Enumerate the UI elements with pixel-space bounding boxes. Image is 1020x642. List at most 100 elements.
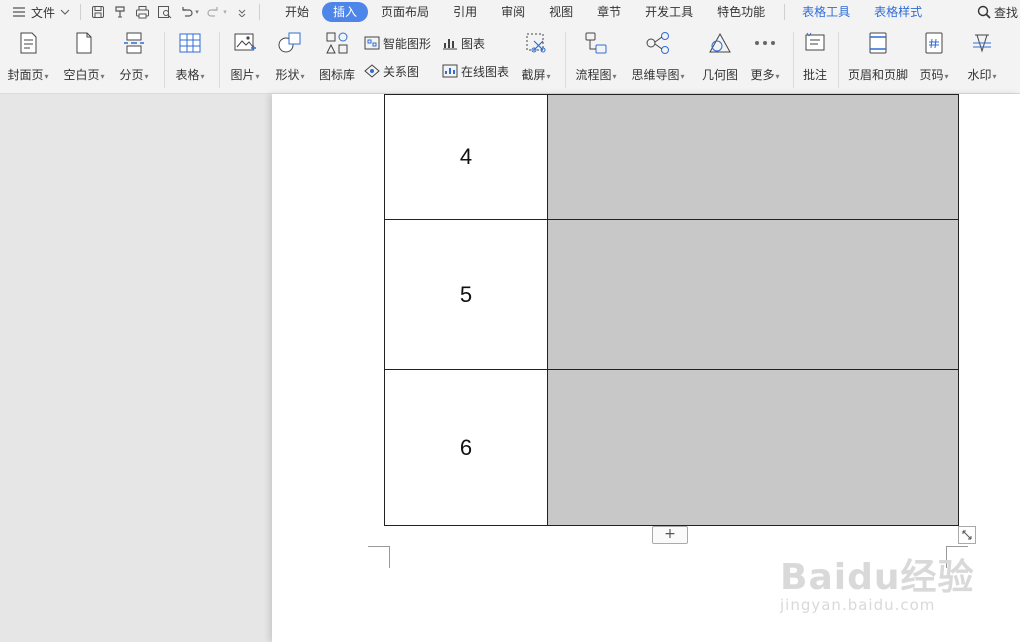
add-row-button[interactable]: +: [652, 526, 688, 544]
table-cell-number[interactable]: 6: [384, 369, 548, 526]
customize-quick-access-button[interactable]: [231, 1, 253, 23]
search-button[interactable]: 查找: [977, 0, 1020, 24]
screenshot-label: 截屏: [521, 68, 546, 82]
tab-special-features[interactable]: 特色功能: [706, 2, 776, 22]
geometry-label: 几何图: [701, 68, 738, 82]
picture-icon: [234, 33, 256, 51]
relation-chart-button[interactable]: 关系图: [364, 61, 419, 81]
relation-chart-icon: [364, 64, 380, 78]
file-menu-label: 文件: [31, 5, 56, 20]
more-icon: [755, 41, 775, 45]
smartart-button[interactable]: 智能图形: [364, 33, 431, 53]
baidu-watermark: Baidu经验 jingyan.baidu.com: [780, 548, 974, 614]
resize-arrows-icon: [962, 530, 972, 540]
ribbon-tabs: 开始 插入 页面布局 引用 审阅 视图 章节 开发工具 特色功能 表格工具 表格…: [274, 0, 935, 24]
page-number-label: 页码: [919, 68, 944, 82]
icon-library-button[interactable]: 图标库: [309, 30, 365, 83]
icon-library-label: 图标库: [318, 68, 355, 82]
tab-page-layout[interactable]: 页面布局: [370, 2, 440, 22]
screenshot-icon: [526, 33, 546, 53]
smartart-label: 智能图形: [383, 36, 432, 51]
divider: [838, 32, 839, 88]
geometry-icon: [709, 32, 731, 53]
blank-page-button[interactable]: 空白页▾: [56, 30, 112, 83]
table-row: 5: [384, 219, 959, 370]
more-label: 更多: [750, 68, 775, 82]
search-label: 查找: [993, 5, 1018, 20]
margin-corner-mark: [368, 546, 390, 568]
cover-page-label: 封面页: [7, 68, 44, 82]
online-chart-icon: [442, 64, 458, 78]
page-break-label: 分页: [119, 68, 144, 82]
online-chart-label: 在线图表: [461, 64, 510, 79]
blank-page-icon: [76, 32, 92, 54]
mindmap-label: 思维导图: [631, 68, 680, 82]
watermark-label: 水印: [967, 68, 992, 82]
watermark-icon: [973, 34, 991, 53]
online-chart-button[interactable]: 在线图表: [442, 61, 509, 81]
document-table[interactable]: 4 5 6: [384, 94, 959, 526]
picture-label: 图片: [230, 68, 255, 82]
print-preview-icon: [157, 6, 171, 19]
flowchart-label: 流程图: [575, 68, 612, 82]
shapes-icon: [278, 32, 301, 53]
format-painter-button[interactable]: [109, 1, 131, 23]
table-row: 4: [384, 94, 959, 220]
relation-chart-label: 关系图: [383, 64, 420, 79]
menu-bar: 文件 ▾ ▾ 开始 插入 页面布局 引用 审阅 视图 章节 开发工具 特色功能 …: [0, 0, 1020, 24]
table-icon: [179, 33, 201, 53]
tab-insert[interactable]: 插入: [322, 2, 369, 22]
table-button[interactable]: 表格▾: [162, 30, 218, 83]
cover-page-button[interactable]: 封面页▾: [0, 30, 56, 83]
format-painter-icon: [115, 6, 125, 18]
tab-references[interactable]: 引用: [442, 2, 488, 22]
file-menu[interactable]: 文件: [8, 1, 74, 23]
undo-icon: [182, 7, 193, 17]
watermark-button[interactable]: 水印▾: [954, 30, 1010, 83]
print-preview-button[interactable]: [153, 1, 175, 23]
mindmap-button[interactable]: 思维导图▾: [630, 30, 686, 83]
shapes-label: 形状: [275, 68, 300, 82]
icon-library-icon: [326, 32, 348, 54]
page-break-button[interactable]: 分页▾: [106, 30, 162, 83]
smartart-icon: [364, 36, 380, 50]
tab-developer[interactable]: 开发工具: [634, 2, 704, 22]
table-cell-shaded[interactable]: [547, 94, 959, 220]
divider: [565, 32, 566, 88]
undo-button[interactable]: ▾: [175, 1, 203, 23]
table-cell-shaded[interactable]: [547, 219, 959, 370]
header-footer-button[interactable]: 页眉和页脚: [846, 30, 910, 83]
search-icon: [977, 5, 991, 19]
watermark-main-text: Baidu经验: [780, 557, 975, 598]
table-cell-number[interactable]: 5: [384, 219, 548, 370]
ribbon: 封面页▾ 空白页▾ 分页▾ 表格▾ 图片▾ 形状▾ 图标库 智能图形 图表 关系…: [0, 24, 1020, 94]
page-number-icon: [925, 32, 943, 54]
chart-label: 图表: [461, 36, 486, 51]
cover-page-icon: [20, 32, 37, 54]
more-button[interactable]: 更多▾: [737, 30, 793, 83]
chart-button[interactable]: 图表: [442, 33, 485, 53]
redo-icon: [207, 7, 218, 17]
flowchart-button[interactable]: 流程图▾: [568, 30, 624, 83]
screenshot-button[interactable]: 截屏▾: [508, 30, 564, 83]
divider: [259, 4, 261, 20]
chart-icon: [443, 39, 457, 50]
tab-view[interactable]: 视图: [538, 2, 584, 22]
table-cell-shaded[interactable]: [547, 369, 959, 526]
dropdown-arrow-icon: [238, 9, 246, 17]
redo-button[interactable]: ▾: [203, 1, 231, 23]
table-cell-number[interactable]: 4: [384, 94, 548, 220]
tab-chapter[interactable]: 章节: [586, 2, 632, 22]
tab-table-style[interactable]: 表格样式: [863, 2, 933, 22]
comment-button[interactable]: 批注: [787, 30, 843, 83]
tab-table-tools[interactable]: 表格工具: [791, 2, 861, 22]
divider: [80, 4, 82, 20]
header-footer-label: 页眉和页脚: [847, 68, 908, 82]
tab-review[interactable]: 审阅: [490, 2, 536, 22]
print-button[interactable]: [131, 1, 153, 23]
tab-home[interactable]: 开始: [274, 2, 320, 22]
divider: [784, 4, 786, 20]
hamburger-icon: [13, 7, 25, 17]
save-button[interactable]: [87, 1, 109, 23]
table-resize-handle[interactable]: [958, 526, 976, 544]
